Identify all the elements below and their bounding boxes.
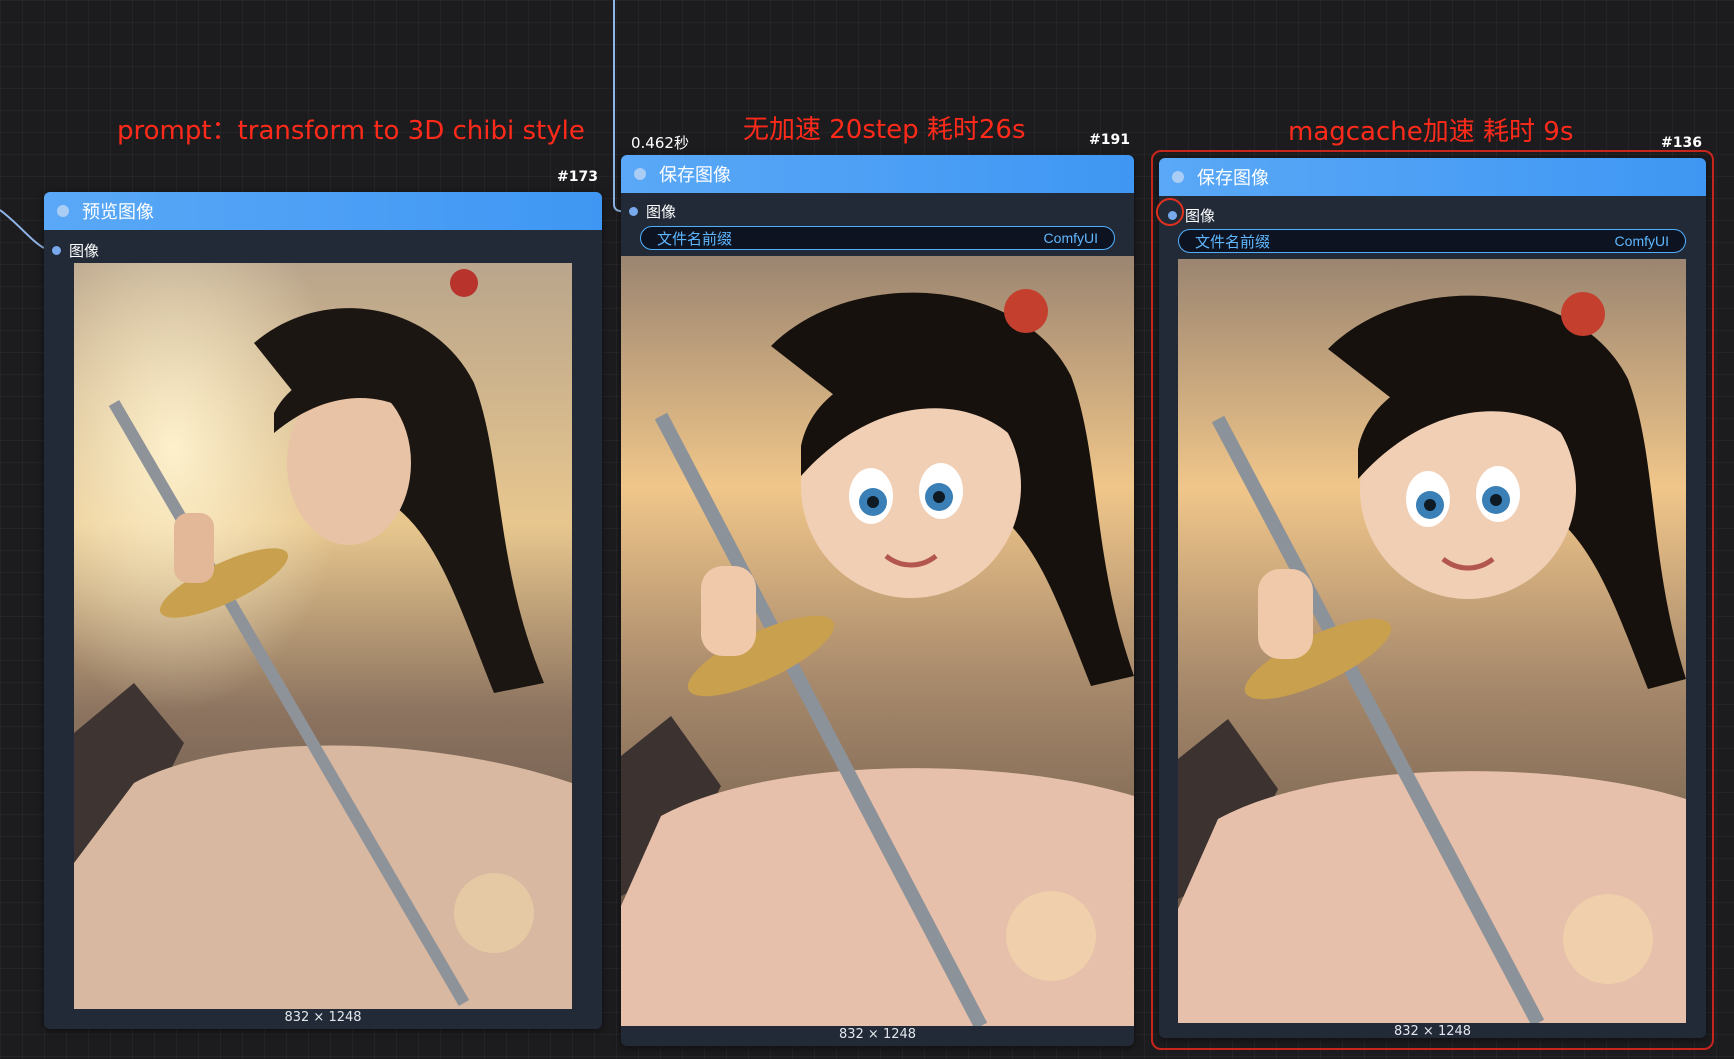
result-image[interactable] — [621, 256, 1134, 1026]
magcache-annotation: magcache加速 耗时 9s — [1288, 117, 1574, 147]
node-id-badge: #191 — [1089, 132, 1130, 148]
save-image-node-magcache[interactable]: 保存图像 图像 文件名前缀 ComfyUI 832 × 1248 — [1156, 158, 1706, 1039]
input-socket-dot[interactable] — [52, 246, 61, 255]
warrior-photo-image — [74, 263, 572, 1009]
collapse-toggle[interactable] — [1172, 171, 1184, 183]
node-header[interactable]: 预览图像 — [44, 192, 602, 230]
node-title: 保存图像 — [659, 165, 731, 186]
widget-value: ComfyUI — [1043, 230, 1098, 246]
image-input-slot[interactable]: 图像 — [52, 240, 99, 261]
preview-image-node[interactable]: 预览图像 图像 832 × 1248 — [44, 192, 602, 1029]
node-title: 预览图像 — [82, 202, 154, 223]
input-label: 图像 — [646, 203, 677, 221]
image-size-label: 832 × 1248 — [284, 1010, 362, 1025]
no-accel-annotation: 无加速 20step 耗时26s — [743, 115, 1026, 145]
image-size-label: 832 × 1248 — [1393, 1024, 1472, 1039]
node-header[interactable]: 保存图像 — [1159, 158, 1706, 196]
collapse-toggle[interactable] — [634, 168, 646, 180]
input-socket-dot[interactable] — [629, 207, 638, 216]
execution-time: 0.462秒 — [631, 134, 689, 152]
filename-prefix-field[interactable]: 文件名前缀 ComfyUI — [640, 226, 1115, 250]
widget-value: ComfyUI — [1614, 233, 1669, 249]
preview-image[interactable] — [74, 263, 572, 1009]
prompt-annotation: prompt：transform to 3D chibi style — [117, 116, 585, 146]
result-image[interactable] — [1178, 259, 1686, 1023]
chibi-warrior-image — [1178, 259, 1686, 1023]
node-id-badge: #136 — [1661, 135, 1702, 151]
node-title: 保存图像 — [1197, 168, 1269, 189]
widget-label: 文件名前缀 — [1195, 232, 1271, 251]
widget-label: 文件名前缀 — [657, 229, 733, 248]
highlight-circle — [1156, 198, 1184, 226]
image-input-slot[interactable]: 图像 — [629, 201, 676, 222]
collapse-toggle[interactable] — [57, 205, 69, 217]
node-header[interactable]: 保存图像 — [621, 155, 1134, 193]
input-label: 图像 — [1185, 207, 1216, 225]
chibi-warrior-image — [621, 256, 1134, 1026]
filename-prefix-field[interactable]: 文件名前缀 ComfyUI — [1178, 229, 1686, 253]
node-id-badge: #173 — [557, 169, 598, 185]
input-label: 图像 — [69, 242, 100, 260]
image-size-label: 832 × 1248 — [838, 1027, 917, 1042]
save-image-node[interactable]: 保存图像 图像 文件名前缀 ComfyUI 832 × 1248 — [621, 155, 1134, 1046]
